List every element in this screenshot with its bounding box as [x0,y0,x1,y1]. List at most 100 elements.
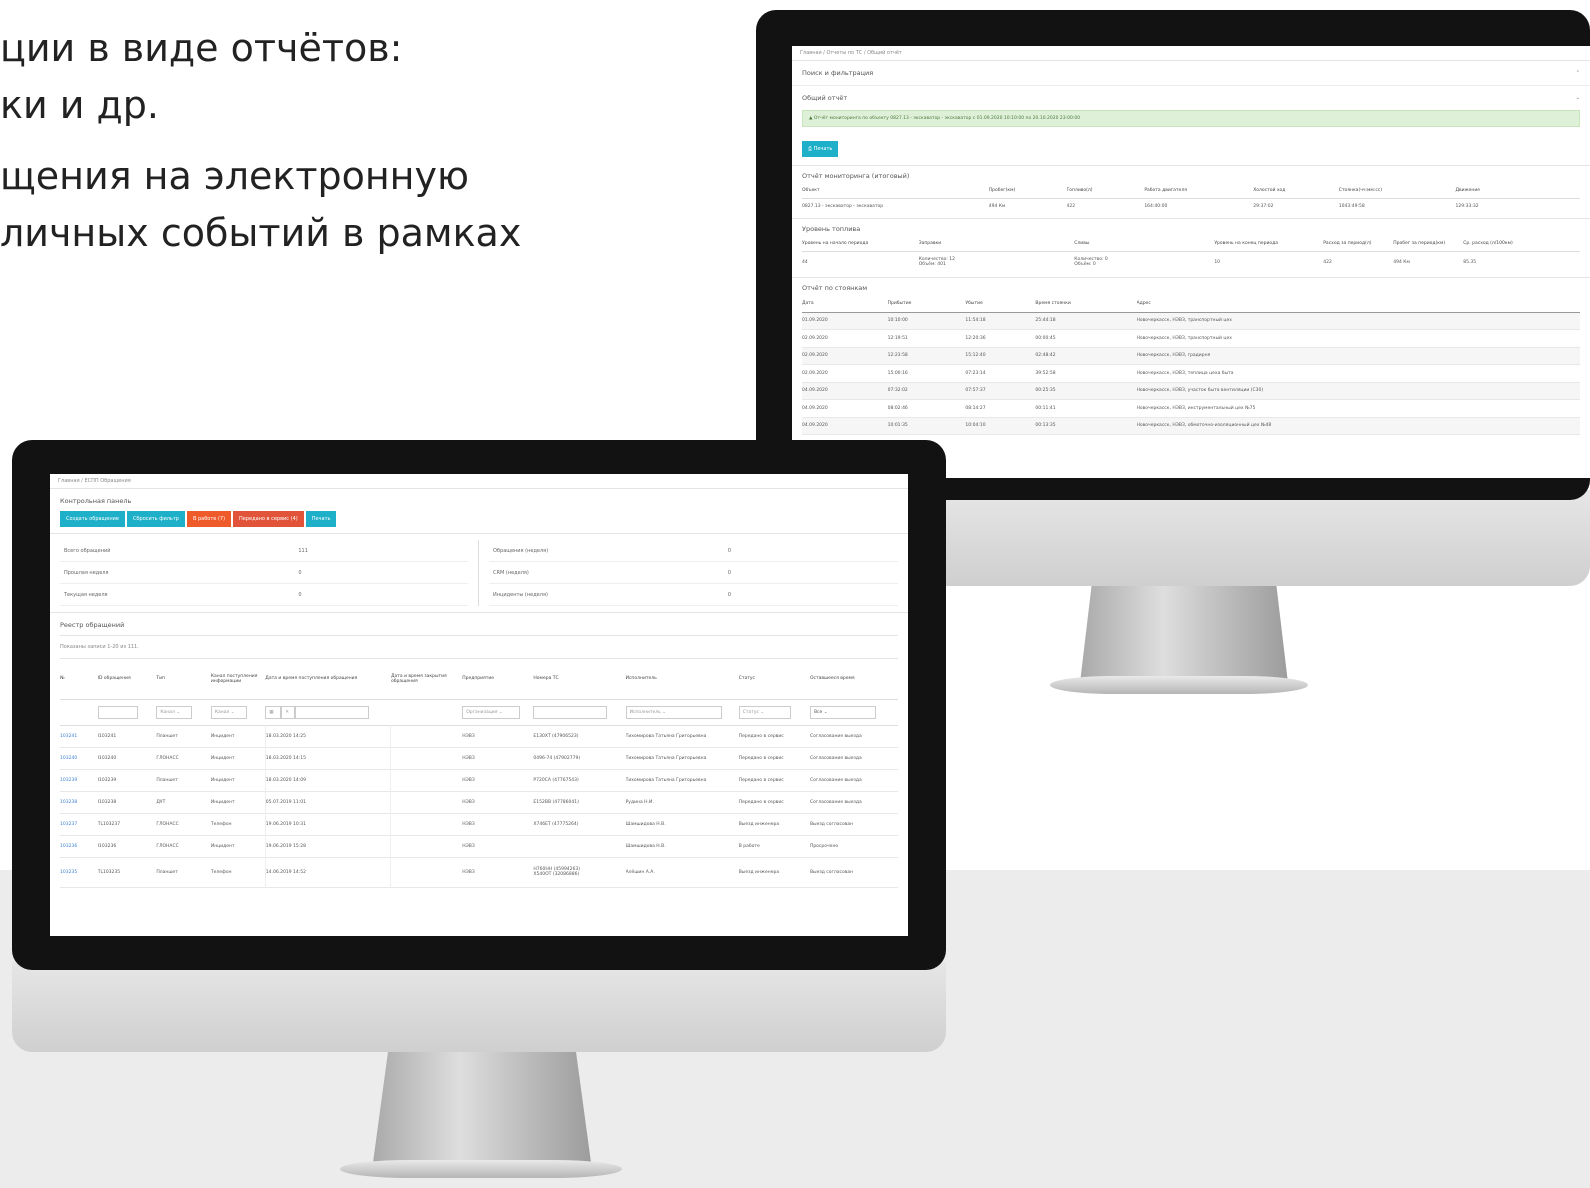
imac-back-stand [1080,578,1288,683]
stat-row: Текущая неделя 0 [60,584,468,606]
requests-col-header: Дата и время поступления обращения [265,676,358,682]
fuel-col-header: Расход за период(л) [1323,241,1372,247]
records-shown: Показаны записи 1-20 из 111. [60,636,898,659]
stops-cell: 02.09.2020 [802,353,828,359]
status-filter-select[interactable]: Статус ⌄ [738,705,791,719]
table-cell: Р720СА (47767543) [533,777,579,783]
stops-row: 02.09.2020 12:19:51 12:20:36 00:00:45 Новоче… [802,330,1580,347]
chevron-up-icon[interactable]: ⌃ [1576,70,1580,76]
executor-filter-select[interactable]: Исполнитель ⌄ [625,705,722,719]
stat-value: 0 [298,569,302,576]
summary-cell: 422 [1066,203,1076,209]
requests-table: № ID обращения Тип Канал поступления информ… [60,659,898,888]
request-link[interactable]: 103237 [60,813,98,835]
table-cell: Согласование выезда [809,733,862,739]
table-cell: Телефон [210,869,232,875]
request-link[interactable]: 103240 [60,747,98,769]
request-link[interactable]: 103235 [60,857,98,887]
table-cell: Выезд согласован [809,869,854,875]
chevron-down-icon[interactable]: ⌄ [1576,95,1580,101]
table-cell: ДУТ [156,799,166,805]
general-report-section[interactable]: Общий отчёт ⌄ [792,86,1590,110]
sent-to-service-button[interactable]: Передано в сервис (4) [233,511,304,527]
summary-cell: 164:40:00 [1144,203,1168,209]
warning-icon: ▲ [809,116,813,121]
fuel-cell: 10 [1214,259,1221,265]
stat-row: CRM (неделя) 0 [489,562,898,584]
table-cell: 14.06.2019 14:52 [264,857,391,887]
stops-col-header: Время стоянки [1035,301,1071,307]
time-filter-select[interactable]: Все ⌄ [809,705,876,719]
table-row: 103239 I103239 Планшет Инцидент 18.03.2020 1… [60,769,898,791]
id-filter-input[interactable] [97,705,138,719]
table-cell: Инцидент [210,733,235,739]
stat-row: Инциденты (неделя) 0 [489,584,898,606]
fuel-col-header: Пробег за период(км) [1393,241,1446,247]
fuel-cell: 85.35 [1463,259,1477,265]
table-cell: 18.03.2020 14:15 [264,747,391,769]
request-link[interactable]: 103241 [60,725,98,747]
request-link[interactable]: 103236 [60,835,98,857]
print-label: Печать [813,146,833,152]
org-filter-select[interactable]: Организация ⌄ [462,705,521,719]
table-cell: Инцидент [210,777,235,783]
stat-label: CRM (неделя) [493,569,529,576]
table-cell [390,747,463,769]
requests-col-header: Предприятие [462,676,495,682]
print-button[interactable]: Печать [305,511,337,527]
stops-cell: 08:02:46 [887,405,908,411]
stops-table: Дата Прибытие Убытие Время стоянки Адрес 01.0… [802,296,1580,435]
clear-icon[interactable]: ✕ [281,705,296,719]
request-link[interactable]: 103238 [60,791,98,813]
stat-row: Обращения (неделя) 0 [489,540,898,562]
requests-col-header: Статус [738,676,755,682]
table-cell: 18.03.2020 14:09 [264,769,391,791]
search-filter-label: Поиск и фильтрация [802,69,874,77]
table-cell: Планшет [156,777,178,783]
requests-col-header: Дата и время закрытия обращения [390,673,447,684]
table-cell: Рудина Н.И. [625,799,654,805]
request-link[interactable]: 103239 [60,769,98,791]
stops-row: 04.09.2020 07:32:02 07:57:37 00:25:35 Новоче… [802,382,1580,400]
table-cell: Тихомирова Татьяна Григорьевна [625,777,707,783]
summary-col-header: Стоянка(чч:мм:сс) [1338,188,1383,194]
stops-cell: 12:23:58 [887,353,908,359]
table-cell: I103241 [97,733,117,739]
control-buttons: Создать обращение Сбросить фильтр В рабо… [60,511,898,527]
table-cell: Н760НН (45994263) Х540ОТ (32086886) [533,867,581,877]
stops-col-header: Убытие [965,301,983,307]
reset-filter-button[interactable]: Сбросить фильтр [126,511,185,527]
stops-cell: 07:32:02 [887,388,908,394]
stat-row: Всего обращений 111 [60,540,468,562]
type-filter-select[interactable]: Канал ⌄ [156,705,193,719]
table-cell: Согласование выезда [809,755,862,761]
type-filter-label: Канал [160,709,175,715]
summary-cell: 1043:49:58 [1338,203,1365,209]
fuel-col-header: Заправки [918,241,942,247]
calendar-icon[interactable]: ▦ [265,705,282,719]
date-filter-input[interactable] [295,705,370,719]
stops-cell: 02.09.2020 [802,370,828,376]
stops-cell: 01.09.2020 [802,318,828,324]
table-cell [390,857,463,887]
channel-filter-select[interactable]: Канал ⌄ [210,705,247,719]
stops-row: 02.09.2020 12:23:58 15:12:40 02:48:42 Новоче… [802,347,1580,365]
table-cell: Телефон [210,821,232,827]
filter-row: Канал ⌄ Канал ⌄ ▦ ✕ Организация ⌄ Исполни… [60,699,898,725]
table-cell: НЭВЗ [462,869,475,875]
create-request-button[interactable]: Создать обращение [60,511,125,527]
fuel-row: 44 Количество: 12 Объём: 401 Количество: 0… [802,251,1580,273]
in-progress-button[interactable]: В работе (7) [186,511,232,527]
stops-title: Отчёт по стоянкам [802,284,868,292]
requests-col-header: Исполнитель [625,676,657,682]
table-cell: 19.06.2019 10:31 [264,813,391,835]
stops-cell: 12:20:36 [965,335,986,341]
print-button[interactable]: ⎙ Печать [802,141,839,157]
plate-filter-input[interactable] [533,705,608,719]
search-filter-section[interactable]: Поиск и фильтрация ⌃ [792,61,1590,86]
imac-back-foot [1050,676,1308,694]
imac-front: Главная / ЕСПП Обращения Контрольная пан… [12,440,946,1188]
table-cell [390,769,463,791]
stops-cell: 00:13:35 [1035,423,1056,429]
fuel-cell: 44 [802,259,808,265]
